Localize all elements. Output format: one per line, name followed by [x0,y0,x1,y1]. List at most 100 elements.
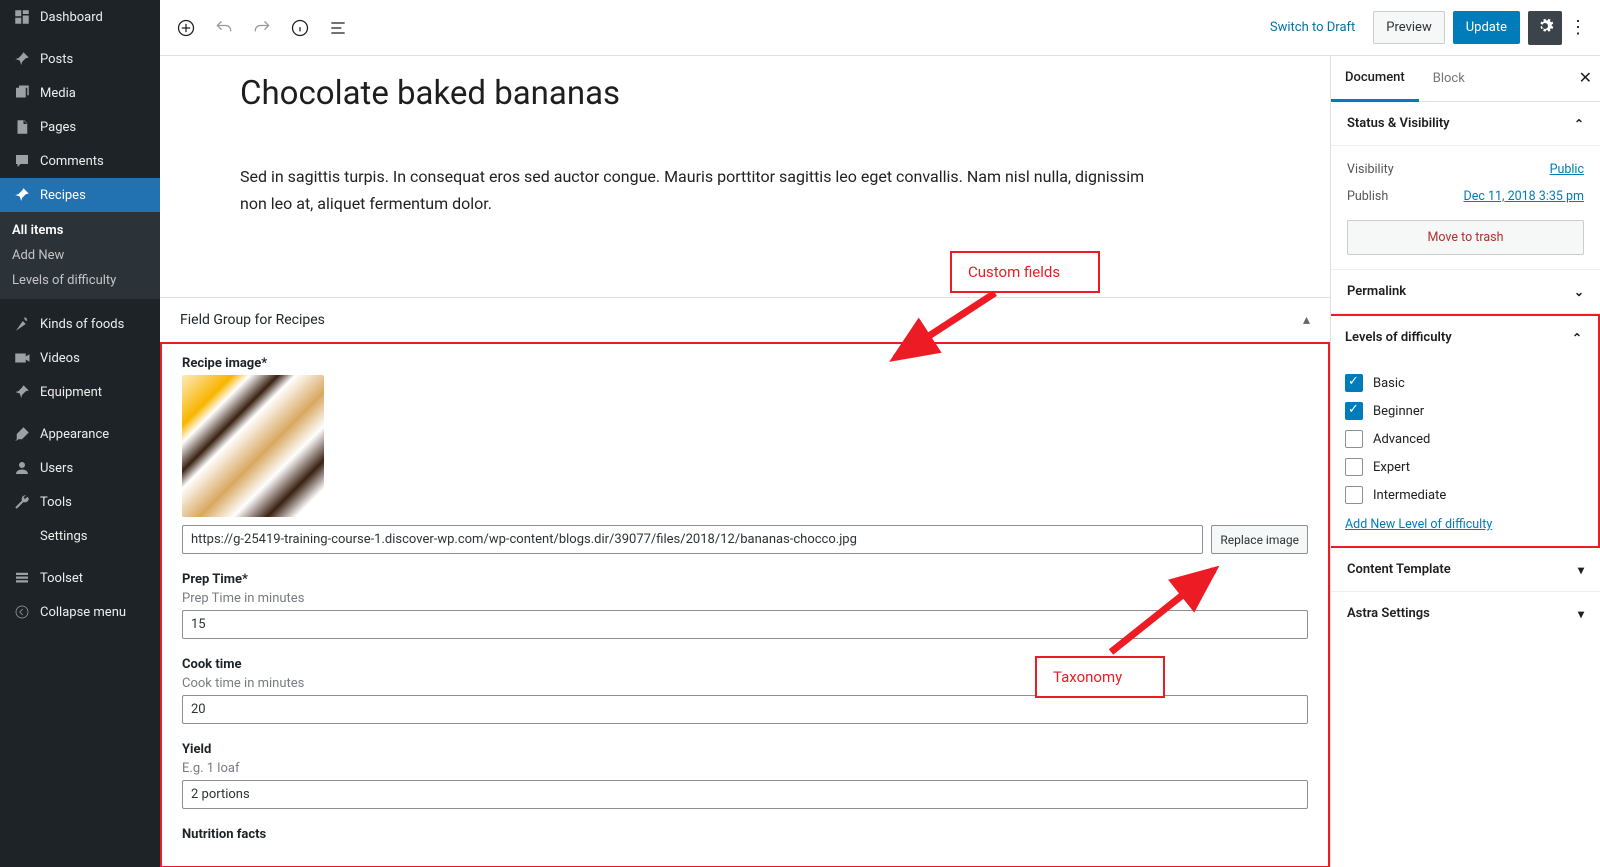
replace-image-button[interactable]: Replace image [1211,525,1308,554]
outline-button[interactable] [322,12,354,44]
field-group-header[interactable]: Field Group for Recipes ▴ [160,298,1330,342]
checkbox-basic[interactable] [1345,374,1363,392]
sidebar-item-label: Collapse menu [40,605,126,620]
pin-icon [12,382,32,402]
carrot-icon [12,314,32,334]
update-button[interactable]: Update [1453,11,1520,44]
comment-icon [12,151,32,171]
admin-sidebar: Dashboard Posts Media Pages Comments Rec… [0,0,160,867]
yield-input[interactable] [182,780,1308,809]
sidebar-item-label: Users [40,461,73,476]
info-button[interactable] [284,12,316,44]
tab-document[interactable]: Document [1331,56,1419,102]
add-new-level-link[interactable]: Add New Level of difficulty [1345,517,1492,532]
dashboard-icon [12,7,32,27]
section-permalink[interactable]: Permalink⌄ [1331,270,1600,314]
media-icon [12,83,32,103]
sidebar-item-videos[interactable]: Videos [0,341,160,375]
sidebar-sub-add-new[interactable]: Add New [0,243,160,268]
sidebar-item-collapse[interactable]: Collapse menu [0,595,160,629]
sidebar-submenu: All items Add New Levels of difficulty [0,212,160,299]
recipe-image-preview[interactable] [182,375,324,517]
checkbox-expert[interactable] [1345,458,1363,476]
checkbox-label: Intermediate [1373,488,1446,503]
video-icon [12,348,32,368]
prep-time-input[interactable] [182,610,1308,639]
publish-value[interactable]: Dec 11, 2018 3:35 pm [1464,189,1584,204]
sidebar-item-kinds[interactable]: Kinds of foods [0,307,160,341]
sidebar-item-label: Dashboard [40,10,103,25]
sidebar-item-settings[interactable]: Settings [0,519,160,553]
page-icon [12,117,32,137]
more-menu-button[interactable]: ⋮ [1566,17,1590,38]
brush-icon [12,424,32,444]
sidebar-item-label: Pages [40,120,76,135]
sidebar-item-pages[interactable]: Pages [0,110,160,144]
chevron-down-icon: ▾ [1578,607,1584,621]
sidebar-item-equipment[interactable]: Equipment [0,375,160,409]
checkbox-label: Beginner [1373,404,1424,419]
checkbox-beginner[interactable] [1345,402,1363,420]
sidebar-sub-all-items[interactable]: All items [0,218,160,243]
checkbox-label: Expert [1373,460,1410,475]
wrench-icon [12,492,32,512]
switch-draft-link[interactable]: Switch to Draft [1270,20,1355,35]
sidebar-item-appearance[interactable]: Appearance [0,417,160,451]
add-block-button[interactable] [170,12,202,44]
chevron-down-icon: ▾ [1578,563,1584,577]
prep-time-label: Prep Time* [182,572,1308,587]
pin-icon [12,49,32,69]
visibility-value[interactable]: Public [1550,162,1584,177]
sidebar-sub-levels[interactable]: Levels of difficulty [0,268,160,293]
sidebar-item-label: Appearance [40,427,109,442]
settings-panel: Document Block ✕ Status & Visibility⌃ Vi… [1330,56,1600,867]
checkbox-advanced[interactable] [1345,430,1363,448]
annotation-custom-fields: Custom fields [950,251,1100,293]
sidebar-item-posts[interactable]: Posts [0,42,160,76]
sidebar-item-toolset[interactable]: Toolset [0,561,160,595]
recipe-image-url-input[interactable] [182,525,1203,554]
checkbox-intermediate[interactable] [1345,486,1363,504]
chevron-up-icon: ▴ [1303,312,1310,328]
move-to-trash-button[interactable]: Move to trash [1347,220,1584,255]
editor-canvas: Chocolate baked bananas Sed in sagittis … [160,56,1330,867]
sidebar-item-recipes[interactable]: Recipes [0,178,160,212]
yield-hint: E.g. 1 loaf [182,761,1308,776]
sidebar-item-label: Equipment [40,385,102,400]
yield-label: Yield [182,742,1308,757]
sidebar-item-comments[interactable]: Comments [0,144,160,178]
preview-button[interactable]: Preview [1373,11,1444,44]
sidebar-item-label: Recipes [40,188,86,203]
sidebar-item-media[interactable]: Media [0,76,160,110]
sidebar-item-label: Kinds of foods [40,317,124,332]
section-content-template[interactable]: Content Template▾ [1331,548,1600,592]
post-content[interactable]: Sed in sagittis turpis. In consequat ero… [240,163,1160,217]
close-panel-button[interactable]: ✕ [1579,68,1592,87]
chevron-up-icon: ⌃ [1574,117,1584,131]
annotation-taxonomy: Taxonomy [1035,656,1165,698]
settings-button[interactable] [1528,11,1562,45]
nutrition-facts-label: Nutrition facts [182,827,1308,842]
cook-time-input[interactable] [182,695,1308,724]
checkbox-label: Basic [1373,376,1405,391]
visibility-label: Visibility [1347,162,1394,177]
user-icon [12,458,32,478]
collapse-icon [12,602,32,622]
sidebar-item-dashboard[interactable]: Dashboard [0,0,160,34]
undo-button[interactable] [208,12,240,44]
recipe-image-label: Recipe image* [182,356,1308,371]
section-levels-difficulty[interactable]: Levels of difficulty⌃ [1330,316,1598,359]
post-title[interactable]: Chocolate baked bananas [240,74,1280,113]
sidebar-item-label: Comments [40,154,104,169]
section-status-visibility[interactable]: Status & Visibility⌃ [1331,102,1600,146]
tab-block[interactable]: Block [1419,57,1479,100]
sidebar-item-users[interactable]: Users [0,451,160,485]
sidebar-item-label: Posts [40,52,73,67]
redo-button[interactable] [246,12,278,44]
section-astra-settings[interactable]: Astra Settings▾ [1331,592,1600,635]
sidebar-item-tools[interactable]: Tools [0,485,160,519]
editor-topbar: Switch to Draft Preview Update ⋮ [160,0,1600,56]
sidebar-item-label: Tools [40,495,72,510]
prep-time-hint: Prep Time in minutes [182,591,1308,606]
chevron-up-icon: ⌃ [1572,331,1582,345]
